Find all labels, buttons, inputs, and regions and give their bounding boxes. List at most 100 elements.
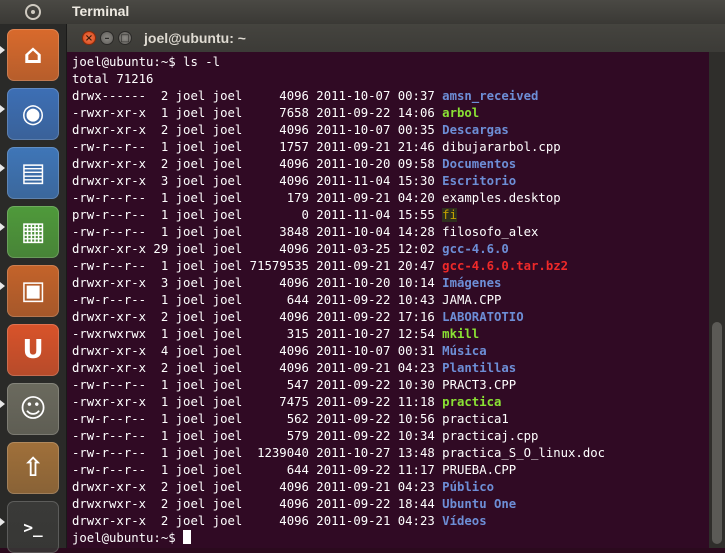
entry-name: arbol (442, 106, 480, 120)
entry-name: practica (442, 395, 502, 409)
entry-name: practicaj.cpp (442, 429, 539, 443)
running-indicator (0, 105, 5, 113)
entry-meta: drwxr-xr-x 2 joel joel 4096 2011-09-21 0… (72, 480, 443, 494)
launcher-ubuntu-software-center[interactable]: U (7, 324, 59, 376)
entry-meta: -rw-r--r-- 1 joel joel 644 2011-09-22 11… (72, 463, 443, 477)
entry-name: Música (442, 344, 487, 358)
writer-icon: ▤ (20, 158, 46, 188)
launcher-terminal[interactable]: >_ (7, 501, 59, 553)
launcher-libreoffice-writer[interactable]: ▤ (7, 147, 59, 199)
ls-entry: drwxr-xr-x 4 joel joel 4096 2011-10-07 0… (72, 343, 709, 360)
entry-meta: -rw-r--r-- 1 joel joel 3848 2011-10-04 1… (72, 225, 443, 239)
running-indicator (0, 400, 5, 408)
entry-meta: drwxr-xr-x 2 joel joel 4096 2011-09-21 0… (72, 361, 443, 375)
entry-name: practica1 (442, 412, 509, 426)
terminal-window: × – □ joel@ubuntu: ~ joel@ubuntu:~$ ls -… (67, 24, 725, 548)
entry-meta: -rw-r--r-- 1 joel joel 1239040 2011-10-2… (72, 446, 443, 460)
ls-entry: drwx------ 2 joel joel 4096 2011-10-07 0… (72, 88, 709, 105)
launcher-libreoffice-calc[interactable]: ▦ (7, 206, 59, 258)
entry-meta: drwxr-xr-x 4 joel joel 4096 2011-10-07 0… (72, 344, 443, 358)
entry-name: filosofo_alex (442, 225, 539, 239)
entry-name: LABORATOTIO (442, 310, 524, 324)
scrollbar[interactable] (709, 52, 725, 548)
entry-meta: drwxr-xr-x 2 joel joel 4096 2011-09-22 1… (72, 310, 443, 324)
entry-name: fi (442, 208, 457, 222)
users-icon: ☺ (19, 394, 47, 424)
ls-entry: -rw-r--r-- 1 joel joel 1239040 2011-10-2… (72, 445, 709, 462)
ls-entry: -rwxrwxrwx 1 joel joel 315 2011-10-27 12… (72, 326, 709, 343)
top-panel: Terminal (0, 0, 725, 24)
terminal-icon: >_ (23, 517, 43, 537)
entry-meta: -rw-r--r-- 1 joel joel 579 2011-09-22 10… (72, 429, 443, 443)
entry-meta: -rw-r--r-- 1 joel joel 547 2011-09-22 10… (72, 378, 443, 392)
ls-entry: -rw-r--r-- 1 joel joel 547 2011-09-22 10… (72, 377, 709, 394)
ls-entry: -rw-r--r-- 1 joel joel 179 2011-09-21 04… (72, 190, 709, 207)
entry-meta: prw-r--r-- 1 joel joel 0 2011-11-04 15:5… (72, 208, 443, 222)
launcher-firefox[interactable]: ◉ (7, 88, 59, 140)
entry-name: mkill (442, 327, 480, 341)
ls-entry: drwxr-xr-x 2 joel joel 4096 2011-10-20 0… (72, 156, 709, 173)
software-center-icon: U (22, 335, 44, 365)
ls-entry: -rw-r--r-- 1 joel joel 644 2011-09-22 10… (72, 292, 709, 309)
entry-meta: -rw-r--r-- 1 joel joel 644 2011-09-22 10… (72, 293, 443, 307)
running-indicator (0, 282, 5, 290)
maximize-button[interactable]: □ (118, 31, 132, 45)
entry-meta: -rwxr-xr-x 1 joel joel 7475 2011-09-22 1… (72, 395, 443, 409)
entry-name: Vídeos (442, 514, 487, 528)
launcher-ubuntu-one[interactable]: ☺ (7, 383, 59, 435)
entry-name: Ubuntu One (442, 497, 517, 511)
text-cursor (183, 530, 192, 544)
prompt-line[interactable]: joel@ubuntu:~$ (72, 530, 709, 547)
ls-entry: drwxrwxr-x 2 joel joel 4096 2011-09-22 1… (72, 496, 709, 513)
launcher-libreoffice-impress[interactable]: ▣ (7, 265, 59, 317)
ls-entry: drwxr-xr-x 2 joel joel 4096 2011-09-21 0… (72, 513, 709, 530)
entry-name: Documentos (442, 157, 517, 171)
entry-name: gcc-4.6.0.tar.bz2 (442, 259, 569, 273)
entry-name: Plantillas (442, 361, 517, 375)
scrollbar-thumb[interactable] (712, 322, 722, 544)
ls-entry: -rw-r--r-- 1 joel joel 3848 2011-10-04 1… (72, 224, 709, 241)
ls-entry: drwxr-xr-x 2 joel joel 4096 2011-09-21 0… (72, 479, 709, 496)
entry-meta: -rw-r--r-- 1 joel joel 562 2011-09-22 10… (72, 412, 443, 426)
entry-meta: -rwxr-xr-x 1 joel joel 7658 2011-09-22 1… (72, 106, 443, 120)
prompt-text: joel@ubuntu:~$ (72, 531, 184, 545)
ls-entry: -rwxr-xr-x 1 joel joel 7658 2011-09-22 1… (72, 105, 709, 122)
command-line: joel@ubuntu:~$ ls -l (72, 55, 221, 69)
launcher-archive-manager[interactable]: ⇧ (7, 442, 59, 494)
ubuntu-logo-icon[interactable] (0, 0, 66, 24)
impress-icon: ▣ (20, 276, 46, 306)
terminal-output[interactable]: joel@ubuntu:~$ ls -l total 71216 drwx---… (67, 52, 709, 548)
ls-entry: -rw-r--r-- 1 joel joel 71579535 2011-09-… (72, 258, 709, 275)
ls-entry: -rwxr-xr-x 1 joel joel 7475 2011-09-22 1… (72, 394, 709, 411)
entry-meta: drwx------ 2 joel joel 4096 2011-10-07 0… (72, 89, 443, 103)
entry-name: dibujararbol.cpp (442, 140, 561, 154)
window-titlebar[interactable]: × – □ joel@ubuntu: ~ (67, 24, 725, 52)
entry-name: PRUEBA.CPP (442, 463, 517, 477)
ls-entry: drwxr-xr-x 3 joel joel 4096 2011-11-04 1… (72, 173, 709, 190)
entry-name: PRACT3.CPP (442, 378, 517, 392)
ls-entry: -rw-r--r-- 1 joel joel 562 2011-09-22 10… (72, 411, 709, 428)
entry-meta: drwxr-xr-x 3 joel joel 4096 2011-10-20 1… (72, 276, 443, 290)
archive-icon: ⇧ (22, 453, 44, 483)
entry-meta: -rw-r--r-- 1 joel joel 179 2011-09-21 04… (72, 191, 443, 205)
launcher: ⌂ ◉ ▤ ▦ ▣ U ☺ ⇧ >_ (0, 24, 67, 553)
total-line: total 71216 (72, 72, 154, 86)
running-indicator (0, 518, 5, 526)
entry-name: Descargas (442, 123, 509, 137)
ls-entry: -rw-r--r-- 1 joel joel 1757 2011-09-21 2… (72, 139, 709, 156)
ls-entry: drwxr-xr-x 2 joel joel 4096 2011-10-07 0… (72, 122, 709, 139)
minimize-button[interactable]: – (100, 31, 114, 45)
entry-meta: -rw-r--r-- 1 joel joel 1757 2011-09-21 2… (72, 140, 443, 154)
window-title: joel@ubuntu: ~ (144, 30, 246, 46)
ls-entry: drwxr-xr-x 2 joel joel 4096 2011-09-22 1… (72, 309, 709, 326)
close-button[interactable]: × (82, 31, 96, 45)
entry-meta: drwxrwxr-x 2 joel joel 4096 2011-09-22 1… (72, 497, 443, 511)
active-app-title: Terminal (72, 3, 130, 19)
folder-home-icon: ⌂ (23, 40, 43, 70)
entry-meta: drwxr-xr-x 2 joel joel 4096 2011-10-20 0… (72, 157, 443, 171)
entry-name: examples.desktop (442, 191, 561, 205)
entry-meta: -rw-r--r-- 1 joel joel 71579535 2011-09-… (72, 259, 443, 273)
launcher-home-folder[interactable]: ⌂ (7, 29, 59, 81)
ls-entry: drwxr-xr-x 2 joel joel 4096 2011-09-21 0… (72, 360, 709, 377)
running-indicator (0, 164, 5, 172)
